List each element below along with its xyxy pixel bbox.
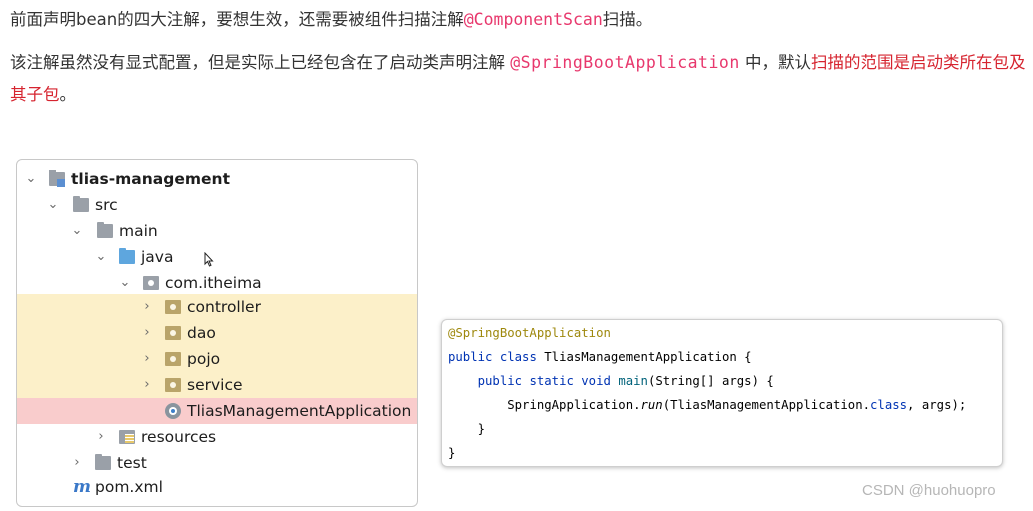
main-args: (String[] args) { (647, 374, 774, 388)
code-line-annotation: @SpringBootApplication (448, 326, 611, 340)
pojo-label: pojo (187, 350, 221, 368)
spring-boot-class-icon (165, 403, 181, 419)
code-line-close-outer: } (448, 441, 455, 465)
package-icon (165, 378, 181, 392)
call-suffix: , args); (907, 398, 967, 412)
maven-icon: m (73, 477, 91, 497)
tree-row-application-class[interactable]: TliasManagementApplication (17, 398, 417, 424)
resources-label: resources (141, 428, 217, 446)
tree-row-project[interactable]: ⌄ tlias-management (17, 166, 417, 192)
close-brace-inner: } (477, 422, 486, 436)
paragraph2-end: 。 (59, 85, 77, 104)
project-folder-icon (49, 170, 65, 187)
tree-row-src[interactable]: ⌄ src (17, 192, 417, 218)
keyword-public: public (448, 350, 493, 364)
tree-row-service[interactable]: › service (17, 372, 417, 398)
chevron-down-icon[interactable]: ⌄ (95, 244, 107, 270)
tree-row-controller[interactable]: › controller (17, 294, 417, 320)
chevron-right-icon[interactable]: › (71, 450, 83, 476)
paragraph-component-scan: 前面声明bean的四大注解，要想生效，还需要被组件扫描注解@ComponentS… (10, 4, 652, 36)
dao-label: dao (187, 324, 216, 342)
code-line-run-call: SpringApplication.run(TliasManagementApp… (448, 393, 966, 417)
paragraph2-middle: 中，默认 (739, 53, 812, 72)
tree-row-pojo[interactable]: › pojo (17, 346, 417, 372)
keyword-static: static (529, 374, 574, 388)
tree-row-dao[interactable]: › dao (17, 320, 417, 346)
chevron-right-icon[interactable]: › (141, 294, 153, 320)
folder-icon (73, 196, 89, 212)
method-run: run (640, 398, 663, 412)
code-snippet-panel: @SpringBootApplication public class Tlia… (441, 319, 1003, 467)
spring-boot-application-annotation: @SpringBootApplication (510, 53, 740, 72)
package-icon (165, 326, 181, 340)
method-main: main (618, 374, 648, 388)
tree-row-main[interactable]: ⌄ main (17, 218, 417, 244)
test-label: test (117, 454, 147, 472)
mouse-cursor-icon (204, 252, 214, 267)
service-label: service (187, 376, 243, 394)
tree-row-package[interactable]: ⌄ com.itheima (17, 270, 417, 296)
project-tree-panel: ⌄ tlias-management ⌄ src ⌄ main ⌄ java ⌄… (16, 159, 418, 507)
csdn-watermark: CSDN @huohuopro (862, 482, 996, 499)
keyword-public: public (477, 374, 523, 388)
paragraph1-text: 前面声明bean的四大注解，要想生效，还需要被组件扫描注解 (10, 10, 464, 29)
chevron-down-icon[interactable]: ⌄ (71, 218, 83, 244)
class-name: TliasManagementApplication { (544, 350, 752, 364)
component-scan-annotation: @ComponentScan (463, 10, 603, 29)
application-class-label: TliasManagementApplication (187, 402, 412, 420)
chevron-right-icon[interactable]: › (141, 372, 153, 398)
tree-row-resources[interactable]: › resources (17, 424, 417, 450)
paragraph2-text: 该注解虽然没有显式配置，但是实际上已经包含在了启动类声明注解 (10, 53, 511, 72)
chevron-down-icon[interactable]: ⌄ (119, 270, 131, 296)
controller-label: controller (187, 298, 261, 316)
folder-icon (97, 222, 113, 238)
chevron-right-icon[interactable]: › (95, 424, 107, 450)
code-line-close-inner: } (448, 417, 485, 441)
chevron-right-icon[interactable]: › (141, 346, 153, 372)
paragraph-spring-boot-application: 该注解虽然没有显式配置，但是实际上已经包含在了启动类声明注解 @SpringBo… (10, 47, 1030, 111)
package-label: com.itheima (165, 274, 262, 292)
call-prefix: SpringApplication. (507, 398, 641, 412)
folder-icon (95, 454, 111, 470)
keyword-class-ref: class (870, 398, 908, 412)
tree-row-java[interactable]: ⌄ java (17, 244, 417, 270)
source-folder-icon (119, 248, 135, 264)
chevron-down-icon[interactable]: ⌄ (47, 192, 59, 218)
package-icon (165, 352, 181, 366)
keyword-class: class (499, 350, 537, 364)
package-icon (165, 300, 181, 314)
chevron-down-icon[interactable]: ⌄ (25, 166, 37, 192)
keyword-void: void (581, 374, 611, 388)
project-name: tlias-management (71, 170, 230, 188)
call-arg-prefix: (TliasManagementApplication. (662, 398, 871, 412)
tree-row-pom[interactable]: m pom.xml (17, 474, 417, 500)
paragraph1-end: 扫描。 (602, 10, 653, 29)
package-icon (143, 276, 159, 290)
main-label: main (119, 222, 158, 240)
java-label: java (141, 248, 174, 266)
tree-row-test[interactable]: › test (17, 450, 417, 476)
pom-label: pom.xml (95, 478, 163, 496)
close-brace-outer: } (448, 446, 456, 460)
src-label: src (95, 196, 118, 214)
resources-folder-icon (119, 430, 135, 444)
code-line-main-method: public static void main(String[] args) { (448, 369, 774, 393)
code-line-class-declaration: public class TliasManagementApplication … (448, 345, 752, 369)
chevron-right-icon[interactable]: › (141, 320, 153, 346)
